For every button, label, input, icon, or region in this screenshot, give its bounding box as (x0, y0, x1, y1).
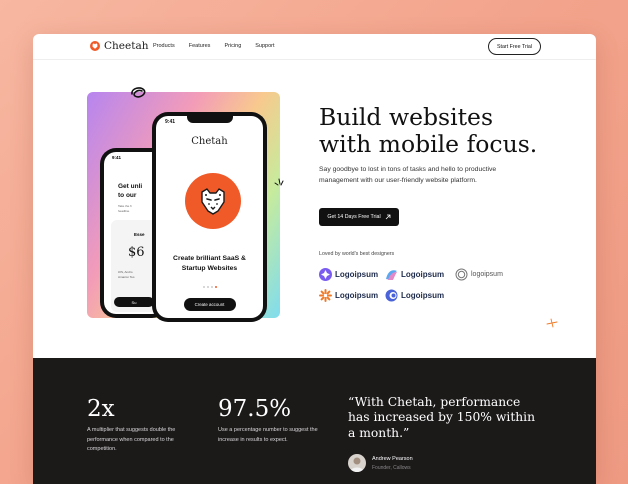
ring-logo-icon (455, 268, 468, 281)
carousel-dot[interactable] (206, 286, 209, 288)
stat-description-2: Use a percentage number to suggest the i… (218, 427, 318, 443)
blue-circles-logo-icon (385, 289, 398, 302)
testimonial-quote: “With Chetah, performance has increased … (348, 395, 536, 440)
person-avatar-icon (350, 457, 364, 472)
hero-title-line1: Build websites (319, 103, 494, 131)
hero-subtitle: Say goodbye to lost in tons of tasks and… (319, 166, 497, 184)
pricing-feature-2: Amazon Tes (118, 274, 135, 279)
pricing-subscribe-button[interactable]: Su (114, 297, 154, 307)
gradient-wave-logo-icon (386, 270, 397, 280)
browser-window: Cheetah Products Features Pricing Suppor… (33, 34, 596, 484)
get-free-trial-label: Get 14 Days Free Trial (327, 214, 381, 220)
purple-logo-icon (319, 268, 332, 281)
top-nav: Cheetah Products Features Pricing Suppor… (33, 34, 596, 60)
loved-by-label: Loved by world's best designers (319, 251, 395, 257)
pricing-tier: Esse (134, 232, 145, 237)
partner-logo-2: Logoipsum (385, 268, 444, 281)
hero-title: Build websites with mobile focus. (319, 103, 538, 159)
partner-logo-4-text: Logoipsum (335, 291, 379, 300)
brand-logo[interactable]: Cheetah (90, 40, 148, 52)
phone-front-time: 9:41 (165, 119, 176, 125)
squiggle-doodle-icon (131, 87, 146, 98)
phone-headline: Create brilliant SaaS & Startup Websites (156, 254, 263, 274)
phone-back-headline: Get unli to our (118, 182, 142, 200)
brand-name: Cheetah (104, 40, 149, 52)
phone-back-time: 9:41 (112, 155, 122, 160)
main-menu: Products Features Pricing Support (153, 43, 275, 49)
phone-front-screen: 9:41 Chetah Create brilliant SaaS & Star… (156, 116, 263, 318)
partner-logo-3: logoipsum (455, 268, 503, 281)
partner-logo-2-text: Logoipsum (401, 270, 445, 279)
partner-logo-3-text: logoipsum (471, 271, 503, 278)
pricing-features: iOS, Andro Amazon Tes (118, 270, 134, 280)
hero-title-line2: with mobile focus. (319, 130, 538, 159)
orange-burst-logo-icon (319, 289, 332, 302)
stats-section: 2x A multiplier that suggests double the… (33, 358, 596, 484)
phone-notch (186, 116, 233, 123)
phone-app-title: Chetah (191, 136, 228, 147)
stat-value-1: 2x (87, 396, 115, 422)
cross-doodle-icon (546, 318, 558, 328)
carousel-dots (202, 286, 217, 288)
carousel-dot[interactable] (202, 286, 205, 288)
partner-logo-1: Logoipsum (319, 268, 378, 281)
menu-item-features[interactable]: Features (189, 43, 211, 49)
pricing-price: $6 (128, 245, 145, 260)
author-role: Founder, Callows (372, 465, 411, 471)
partner-logo-5-text: Logoipsum (401, 291, 445, 300)
stat-description-1: A multiplier that suggests double the pe… (87, 427, 176, 453)
create-account-button[interactable]: Create account (183, 298, 236, 311)
menu-item-pricing[interactable]: Pricing (224, 43, 241, 49)
arrow-up-right-icon (385, 214, 391, 220)
phone-back-headline-line1: Get unli (118, 183, 143, 190)
author-avatar (348, 454, 366, 472)
phone-front-mockup: 9:41 Chetah Create brilliant SaaS & Star… (152, 112, 267, 322)
phone-back-small-line1: Take the fi (118, 204, 132, 208)
phone-back-small-text: Take the fi headline (118, 204, 132, 213)
phone-back-headline-line2: to our (118, 192, 137, 200)
carousel-dot[interactable] (210, 286, 213, 288)
phone-headline-line1: Create brilliant SaaS & (173, 255, 246, 262)
stat-value-2: 97.5% (218, 396, 292, 422)
carousel-dot-active[interactable] (214, 286, 217, 288)
partner-logo-4: Logoipsum (319, 289, 378, 302)
author-name: Andrew Pearson (372, 456, 413, 462)
phone-headline-line2: Startup Websites (181, 264, 238, 272)
phone-back-small-line2: headline (118, 208, 130, 213)
cheetah-logo-icon (90, 41, 100, 51)
menu-item-products[interactable]: Products (153, 43, 175, 49)
sparkle-lines-icon (274, 178, 284, 186)
cheetah-mascot-icon (185, 173, 241, 229)
start-free-trial-button[interactable]: Start Free Trial (488, 38, 541, 55)
partner-logo-1-text: Logoipsum (335, 270, 379, 279)
menu-item-support[interactable]: Support (255, 43, 274, 49)
get-free-trial-button[interactable]: Get 14 Days Free Trial (319, 208, 399, 226)
partner-logo-5: Logoipsum (385, 289, 444, 302)
